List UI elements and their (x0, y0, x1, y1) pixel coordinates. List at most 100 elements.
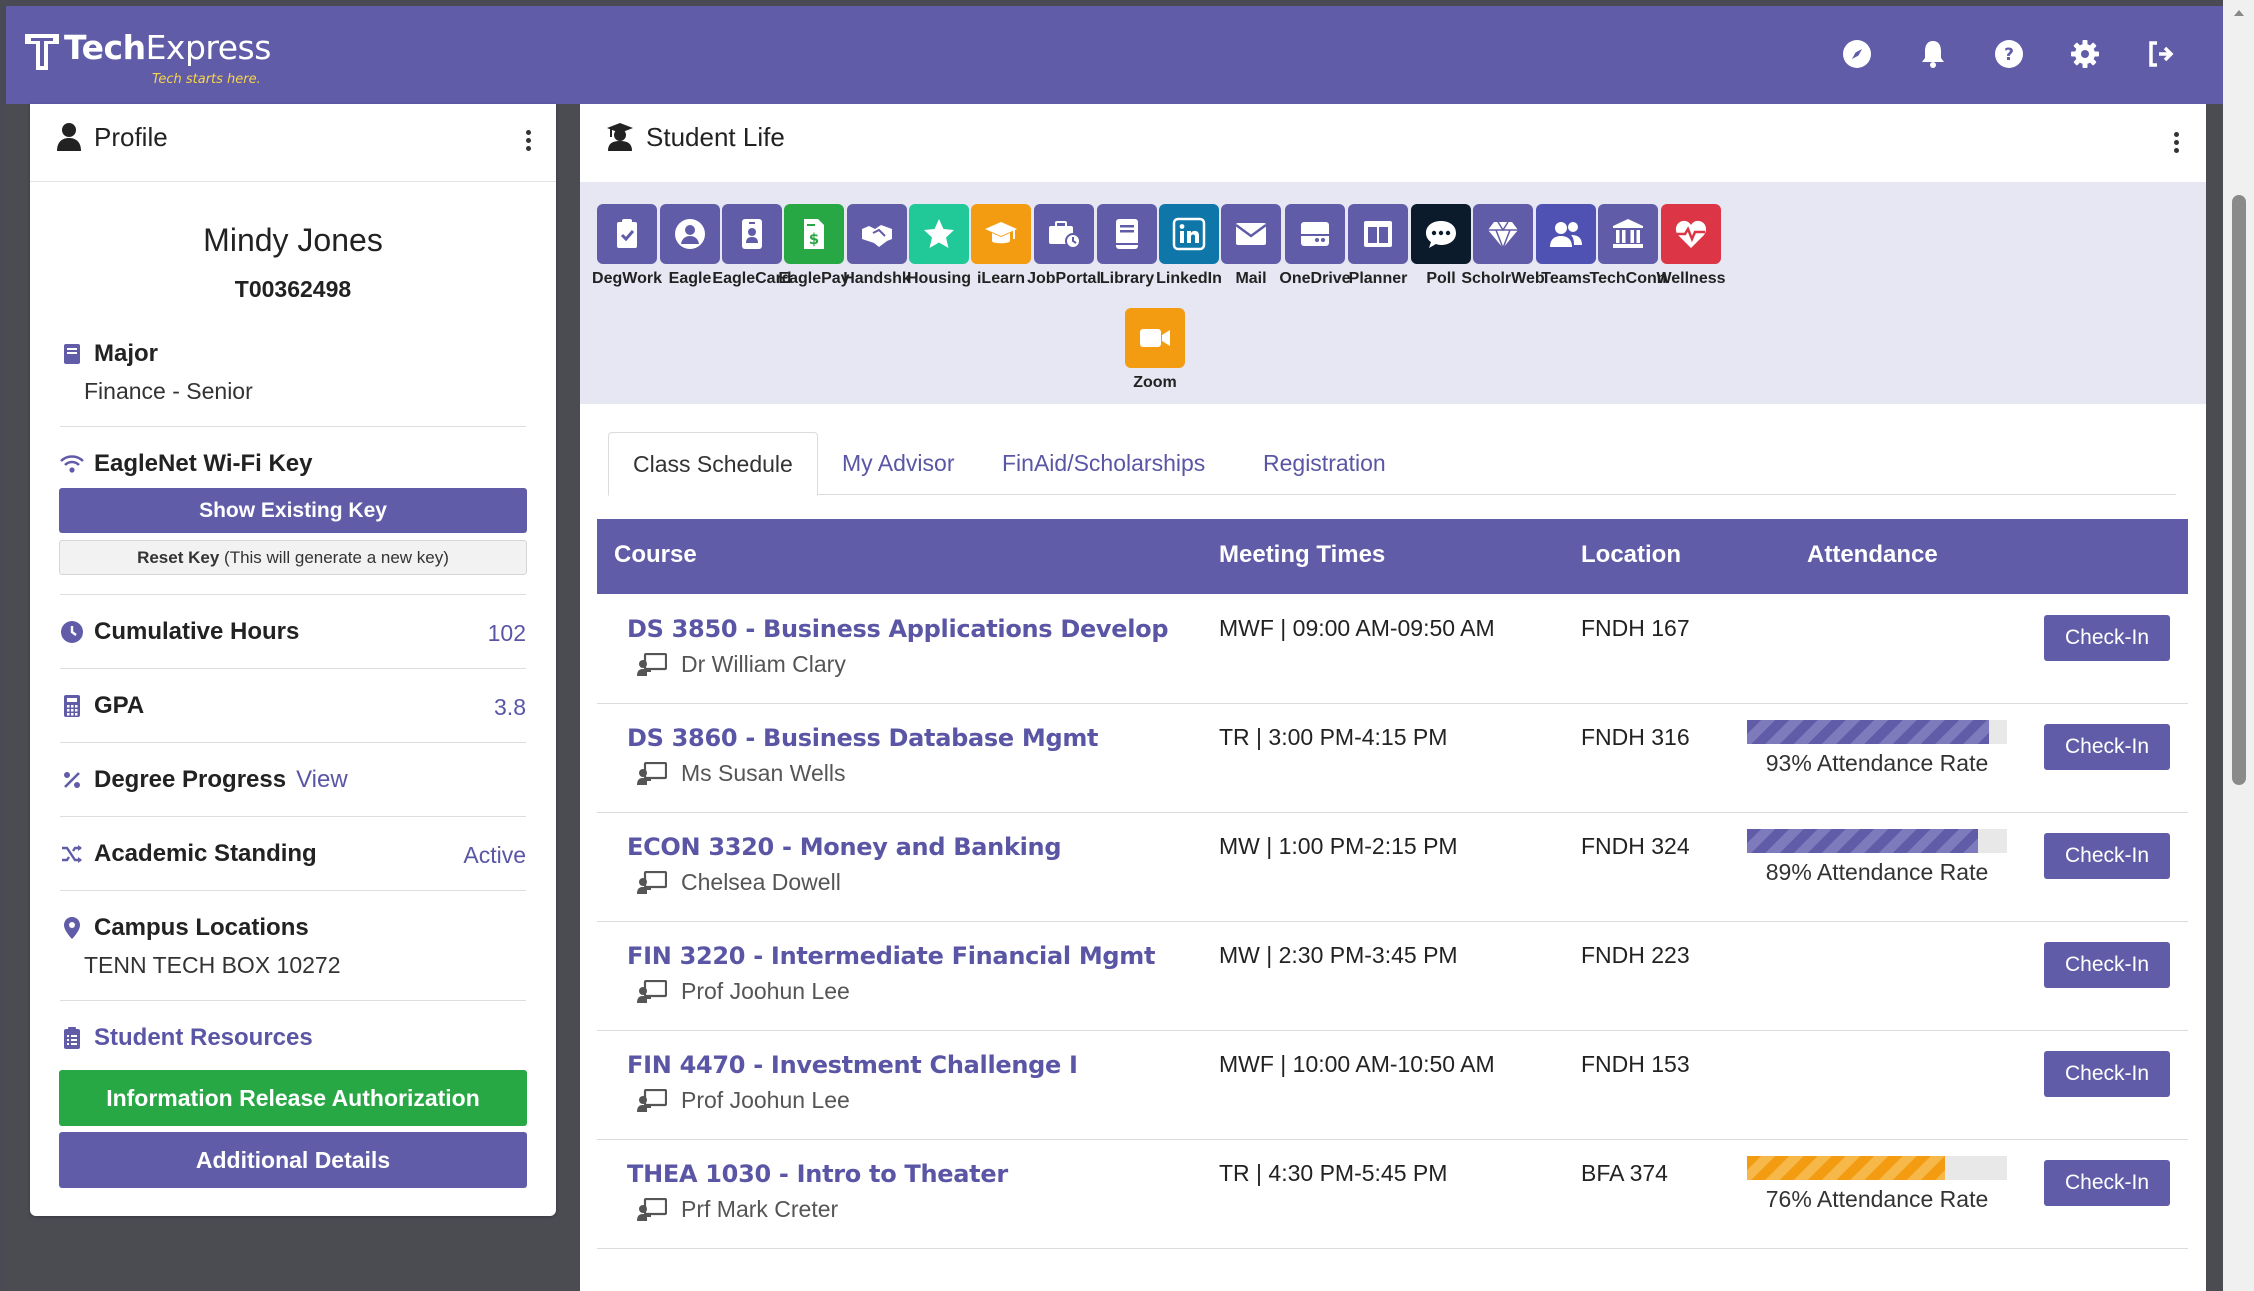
percent-icon (64, 772, 80, 788)
course-link[interactable]: DS 3860 - Business Database Mgmt (627, 724, 1099, 752)
course-link[interactable]: FIN 4470 - Investment Challenge I (627, 1051, 1078, 1079)
profile-card-header: Profile (30, 104, 556, 182)
profile-title: Profile (94, 122, 168, 152)
instructor: Prof Joohun Lee (637, 978, 850, 1005)
attendance-progress-bar (1747, 829, 2007, 853)
top-bar: TechExpress Tech starts here. ? (6, 6, 2223, 104)
student-name: Mindy Jones (203, 222, 383, 258)
student-resources-label: Student Resources (94, 1024, 313, 1051)
check-in-button[interactable]: Check-In (2044, 1051, 2170, 1097)
attendance-rate-text: 93% Attendance Rate (1765, 750, 1989, 776)
meeting-times: MWF | 09:00 AM-09:50 AM (1219, 615, 1495, 641)
tab-class-schedule[interactable]: Class Schedule (608, 432, 818, 496)
chalkboard-teacher-icon (637, 652, 667, 676)
meeting-times: MW | 2:30 PM-3:45 PM (1219, 942, 1458, 968)
table-row: ECON 3320 - Money and Banking Chelsea Do… (597, 813, 2188, 922)
help-icon[interactable]: ? (1991, 36, 2027, 72)
student-id: T00362498 (234, 276, 352, 302)
table-row: FIN 3220 - Intermediate Financial Mgmt Pr… (597, 922, 2188, 1031)
app-wellness[interactable]: Wellness (1648, 204, 1734, 288)
chalkboard-teacher-icon (637, 1088, 667, 1112)
bell-icon[interactable] (1915, 36, 1951, 72)
col-meeting-times: Meeting Times (1219, 541, 1386, 568)
cumulative-hours-row: Cumulative Hours 102 (60, 618, 526, 646)
brand-tagline: Tech starts here. (152, 72, 261, 87)
divider (60, 426, 526, 427)
meeting-times: TR | 4:30 PM-5:45 PM (1219, 1160, 1448, 1186)
table-row: DS 3860 - Business Database Mgmt Ms Susan… (597, 704, 2188, 813)
student-life-menu-icon[interactable] (2172, 132, 2180, 156)
attendance: 76% Attendance Rate (1747, 1156, 2007, 1213)
tab-registration[interactable]: Registration (1239, 432, 1410, 495)
instructor: Dr William Clary (637, 651, 846, 678)
attendance-rate-text: 89% Attendance Rate (1765, 859, 1989, 885)
tab-my-advisor[interactable]: My Advisor (818, 432, 978, 495)
check-in-button[interactable]: Check-In (2044, 615, 2170, 661)
app-zoom[interactable]: Zoom (1112, 308, 1198, 392)
location: FNDH 223 (1581, 942, 1690, 968)
degree-progress-view-link[interactable]: View (296, 766, 348, 794)
techexpress-logo[interactable]: TechExpress Tech starts here. (22, 26, 271, 90)
check-in-button[interactable]: Check-In (2044, 942, 2170, 988)
academic-standing-value: Active (463, 842, 526, 868)
logout-icon[interactable] (2143, 36, 2179, 72)
attendance-progress-bar (1747, 1156, 2007, 1180)
attendance-rate-text: 76% Attendance Rate (1765, 1186, 1989, 1212)
course-link[interactable]: ECON 3320 - Money and Banking (627, 833, 1062, 861)
user-graduate-icon (607, 123, 633, 151)
course-link[interactable]: FIN 3220 - Intermediate Financial Mgmt (627, 942, 1156, 970)
chalkboard-teacher-icon (637, 870, 667, 894)
calculator-icon (64, 695, 80, 717)
additional-details-button[interactable]: Additional Details (59, 1132, 527, 1188)
heartbeat-icon (1661, 204, 1721, 264)
svg-text:$: $ (809, 230, 819, 248)
meeting-times: MWF | 10:00 AM-10:50 AM (1219, 1051, 1495, 1077)
profile-menu-icon[interactable] (524, 130, 532, 154)
degree-progress-label: Degree Progress (94, 766, 287, 793)
table-row: FIN 4470 - Investment Challenge I Prof Jo… (597, 1031, 2188, 1140)
map-marker-icon (64, 917, 80, 939)
instructor: Chelsea Dowell (637, 869, 841, 896)
video-icon (1125, 308, 1185, 368)
check-in-button[interactable]: Check-In (2044, 724, 2170, 770)
academic-standing-label: Academic Standing (94, 840, 317, 867)
course-link[interactable]: THEA 1030 - Intro to Theater (627, 1160, 1008, 1188)
wifi-icon (60, 455, 84, 473)
app-label: Wellness (1656, 270, 1726, 287)
check-in-button[interactable]: Check-In (2044, 1160, 2170, 1206)
user-icon (57, 123, 81, 151)
gpa-row: GPA 3.8 (60, 692, 526, 720)
instructor: Ms Susan Wells (637, 760, 845, 787)
book-icon (64, 344, 80, 364)
location: FNDH 153 (1581, 1051, 1690, 1077)
attendance-progress-bar (1747, 720, 2007, 744)
app-label: Zoom (1133, 374, 1177, 391)
reset-key-button[interactable]: Reset Key (This will generate a new key) (59, 540, 527, 575)
instructor: Prof Joohun Lee (637, 1087, 850, 1114)
scroll-up-arrow-icon[interactable] (2232, 8, 2246, 18)
logo-mark-icon (25, 34, 59, 70)
gear-icon[interactable] (2067, 36, 2103, 72)
check-in-button[interactable]: Check-In (2044, 833, 2170, 879)
random-icon (62, 845, 82, 863)
tab-finaid-scholarships[interactable]: FinAid/Scholarships (978, 432, 1229, 495)
col-location: Location (1581, 541, 1681, 568)
wifi-label: EagleNet Wi-Fi Key (94, 450, 313, 477)
wifi-section: EagleNet Wi-Fi Key (60, 450, 526, 478)
schedule-table-header: Course Meeting Times Location Attendance (597, 519, 2188, 594)
show-existing-key-button[interactable]: Show Existing Key (59, 488, 527, 533)
course-link[interactable]: DS 3850 - Business Applications Develop (627, 615, 1169, 643)
compass-icon[interactable] (1839, 36, 1875, 72)
meeting-times: MW | 1:00 PM-2:15 PM (1219, 833, 1458, 859)
table-row: DS 3850 - Business Applications Develop D… (597, 595, 2188, 704)
information-release-button[interactable]: Information Release Authorization (59, 1070, 527, 1126)
location: FNDH 316 (1581, 724, 1690, 750)
location: FNDH 167 (1581, 615, 1690, 641)
gpa-value: 3.8 (494, 694, 526, 720)
app-launcher: DegWork Eagle EagleCard $ EaglePay Handshk Hou… (580, 182, 2206, 404)
profile-card: Profile Mindy Jones T00362498 Major Fina… (30, 104, 556, 1216)
attendance: 93% Attendance Rate (1747, 720, 2007, 777)
campus-locations-label: Campus Locations (94, 914, 309, 941)
page-scrollbar-thumb[interactable] (2232, 195, 2246, 785)
major-label: Major (94, 340, 159, 367)
